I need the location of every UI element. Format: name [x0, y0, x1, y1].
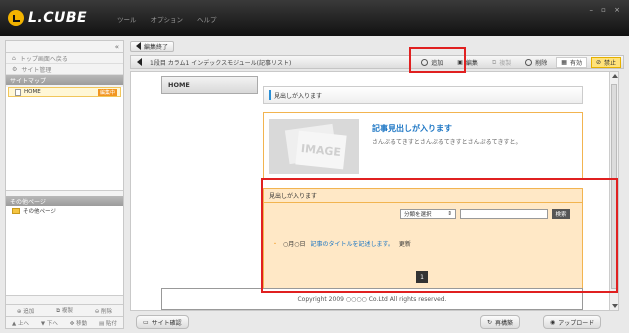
check-icon: ▦ [561, 59, 567, 66]
image-label: IMAGE [300, 141, 342, 159]
image-placeholder: IMAGE [269, 119, 359, 174]
highlight-edit-box [409, 47, 466, 73]
heading-marker [269, 90, 271, 100]
heading-text: 見出しが入ります [274, 92, 323, 100]
move-page-label: 移動 [76, 320, 88, 327]
duplicate-page-button[interactable]: ⧉ 複製 [56, 306, 73, 315]
window-controls[interactable]: – ▫ × [589, 6, 623, 14]
delete-module-button[interactable]: 削除 [520, 57, 552, 68]
add-page-label: 追加 [23, 308, 35, 315]
page-actions-row: ⊕ 追加 ⧉ 複製 ⊖ 削除 [6, 304, 123, 316]
site-check-label: サイト確認 [151, 319, 182, 327]
other-pages-header: その他ページ [6, 196, 123, 206]
folder-icon [12, 208, 20, 214]
move-down-button[interactable]: ▼ 下へ [41, 319, 58, 327]
left-panel-actions: ⊕ 追加 ⧉ 複製 ⊖ 削除 ▲ 上へ ▼ 下へ ✥ 移動 ▤ 貼付 [6, 304, 123, 328]
image-card-front: IMAGE [295, 130, 347, 170]
disable-module-button[interactable]: ⊘ 禁止 [590, 57, 621, 68]
minus-icon [525, 59, 533, 66]
edit-end-button[interactable]: 編集終了 [130, 40, 175, 52]
back-to-top-label: トップ画面へ戻る [19, 55, 68, 63]
paste-page-button[interactable]: ▤ 貼付 [99, 319, 117, 327]
module-path: 1段目 カラム1 インデックスモジュール(記事リスト) [150, 59, 292, 67]
site-management-link[interactable]: ⚙ サイト管理 [6, 64, 123, 75]
menu-help[interactable]: ヘルプ [197, 14, 217, 24]
sitemap-tree: HOME 編集中 [6, 87, 123, 191]
page-move-row: ▲ 上へ ▼ 下へ ✥ 移動 ▤ 貼付 [6, 316, 123, 328]
edit-module-label: 編集 [465, 60, 478, 67]
left-panel: « ⌂ トップ画面へ戻る ⚙ サイト管理 サイトマップ HOME 編集中 その他… [5, 40, 124, 329]
logo-text: L.CUBE [28, 10, 88, 26]
sitemap-item-label: HOME [24, 89, 41, 95]
editor-toolbar: 編集終了 1段目 カラム1 インデックスモジュール(記事リスト) 追加 ▣ 編集 … [130, 40, 624, 70]
title-bar: L.CUBE ツール オプション ヘルプ – ▫ × [0, 0, 629, 36]
stop-icon: ⊘ [595, 59, 601, 66]
site-check-button[interactable]: ▭ サイト確認 [136, 315, 189, 329]
left-panel-header: « [6, 41, 123, 53]
enable-module-button[interactable]: ▦ 有効 [556, 57, 587, 68]
app-logo: L.CUBE [8, 10, 87, 26]
add-page-button[interactable]: ⊕ 追加 [17, 307, 34, 315]
scroll-up-icon[interactable] [612, 74, 618, 78]
delete-page-label: 削除 [101, 308, 113, 315]
rebuild-label: 再構築 [495, 319, 514, 327]
copy-icon: ⧉ [491, 58, 497, 66]
other-pages-item[interactable]: その他ページ [6, 206, 123, 216]
move-down-label: 下へ [46, 320, 58, 327]
path-back-icon[interactable] [137, 58, 142, 66]
editing-badge: 編集中 [97, 88, 117, 96]
site-management-label: サイト管理 [21, 66, 52, 74]
home-tab[interactable]: HOME [161, 76, 258, 94]
move-page-button[interactable]: ✥ 移動 [70, 319, 87, 327]
rebuild-button[interactable]: ↻ 再構築 [480, 315, 521, 329]
upload-button[interactable]: ◉ アップロード [543, 315, 602, 329]
edit-end-row: 編集終了 [130, 40, 624, 52]
delete-module-label: 削除 [535, 60, 548, 67]
monitor-icon: ▭ [143, 318, 149, 326]
upload-label: アップロード [558, 319, 595, 327]
article-module[interactable]: IMAGE 記事見出しが入ります さんぷるてきすとさんぷるてきすとさんぷるてきす… [263, 112, 583, 180]
article-title: 記事見出しが入ります [372, 124, 452, 133]
move-up-button[interactable]: ▲ 上へ [12, 319, 29, 327]
collapse-panel-button[interactable]: « [115, 43, 119, 51]
page-icon [15, 88, 21, 96]
back-arrow-icon [136, 42, 141, 50]
enable-module-label: 有効 [569, 60, 582, 67]
module-path-bar: 1段目 カラム1 インデックスモジュール(記事リスト) 追加 ▣ 編集 ⧉ 複製 削… [130, 55, 624, 69]
duplicate-page-label: 複製 [61, 308, 73, 314]
menu-tools[interactable]: ツール [117, 14, 137, 24]
house-icon: ⌂ [12, 54, 16, 62]
refresh-icon: ↻ [487, 318, 493, 326]
move-up-label: 上へ [17, 320, 29, 327]
menu-bar: ツール オプション ヘルプ [117, 14, 217, 24]
paste-page-label: 貼付 [106, 320, 118, 327]
back-to-top-link[interactable]: ⌂ トップ画面へ戻る [6, 53, 123, 64]
disable-module-label: 禁止 [603, 60, 616, 67]
other-pages-label: その他ページ [23, 209, 56, 215]
article-body: さんぷるてきすとさんぷるてきすとさんぷるてきすと。 [372, 139, 522, 146]
scroll-down-icon[interactable] [612, 304, 618, 308]
edit-end-label: 編集終了 [144, 43, 169, 51]
highlight-list-box [261, 178, 618, 293]
menu-options[interactable]: オプション [151, 14, 184, 24]
gear-icon: ⚙ [12, 65, 18, 73]
duplicate-module-label: 複製 [499, 60, 512, 67]
upload-icon: ◉ [550, 318, 556, 326]
sitemap-item-home[interactable]: HOME 編集中 [8, 87, 121, 97]
delete-page-button[interactable]: ⊖ 削除 [95, 307, 112, 315]
logo-mark-icon [8, 10, 24, 26]
other-pages-tree: その他ページ [6, 206, 123, 296]
sitemap-header: サイトマップ [6, 75, 123, 85]
duplicate-module-button[interactable]: ⧉ 複製 [487, 57, 516, 68]
heading-module[interactable]: 見出しが入ります [263, 86, 583, 104]
bottom-bar: ▭ サイト確認 ↻ 再構築 ◉ アップロード [130, 313, 624, 331]
